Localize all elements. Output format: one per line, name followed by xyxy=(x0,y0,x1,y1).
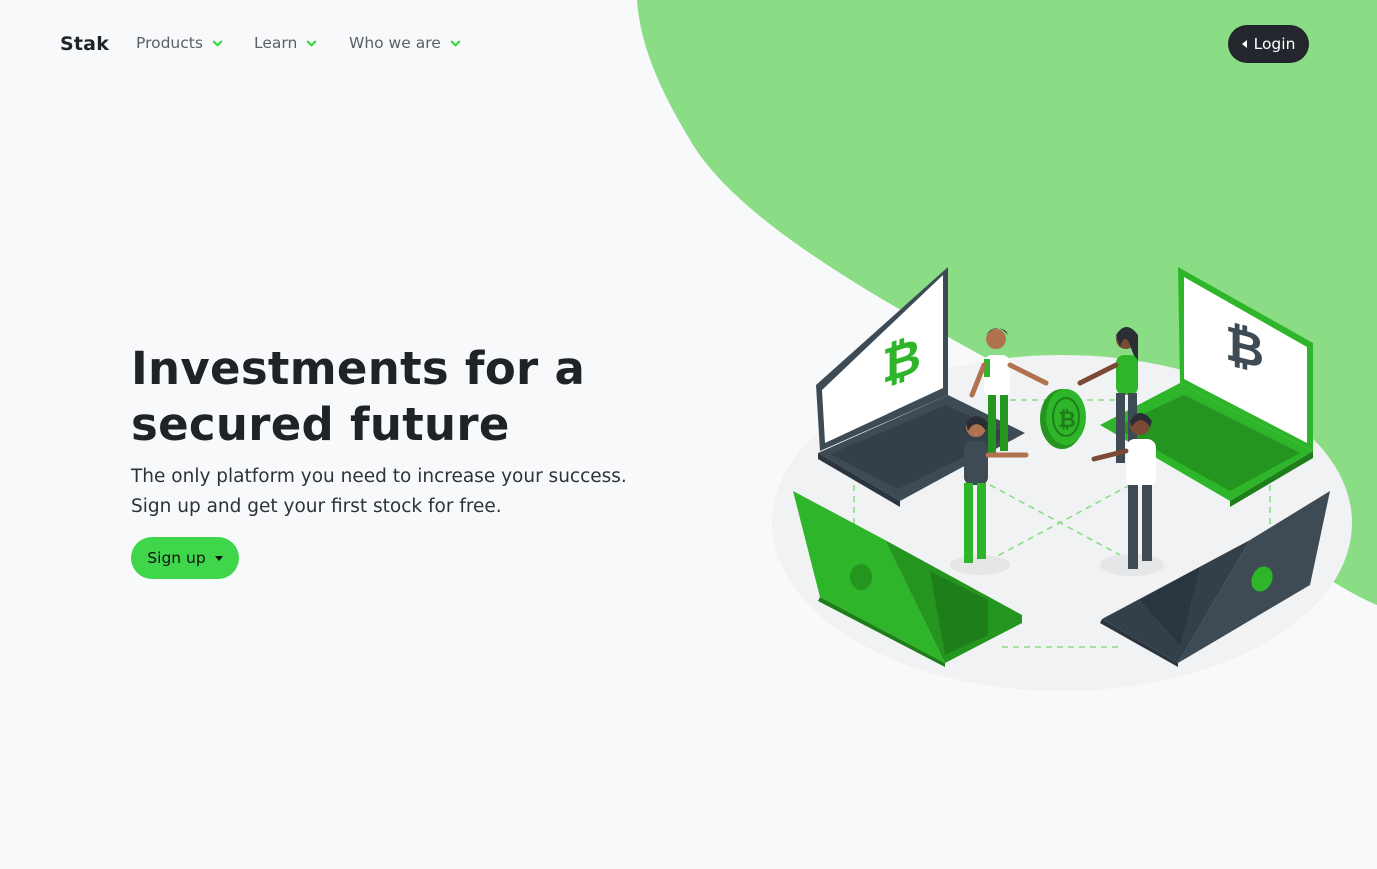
svg-text:₿: ₿ xyxy=(1225,316,1264,381)
nav-item-label: Who we are xyxy=(349,34,441,52)
nav-item-label: Products xyxy=(136,34,203,52)
hero-subtitle-line: The only platform you need to increase y… xyxy=(131,466,627,487)
nav-item-who-we-are[interactable]: Who we are xyxy=(349,34,461,52)
hero-title: Investments for a secured future xyxy=(131,341,627,453)
hero-title-line: Investments for a xyxy=(131,342,586,395)
login-button[interactable]: Login xyxy=(1228,25,1309,63)
crypto-network-illustration: ₿ ₿ ₿ xyxy=(772,267,1352,691)
nav-item-learn[interactable]: Learn xyxy=(254,34,317,52)
caret-left-icon xyxy=(1241,40,1247,48)
chevron-down-icon xyxy=(212,40,223,46)
nav-item-products[interactable]: Products xyxy=(136,34,223,52)
svg-text:₿: ₿ xyxy=(1058,408,1076,433)
chevron-down-icon xyxy=(450,40,461,46)
sign-up-button[interactable]: Sign up xyxy=(131,537,239,579)
hero-title-line: secured future xyxy=(131,398,510,451)
hero-subtitle-line: Sign up and get your first stock for fre… xyxy=(131,496,502,517)
brand-logo[interactable]: Stak xyxy=(60,33,109,55)
top-navigation: Stak Products Learn Who we are Login xyxy=(0,0,1377,88)
hero-section: Investments for a secured future The onl… xyxy=(131,341,627,522)
caret-down-icon xyxy=(214,555,223,561)
hero-subtitle: The only platform you need to increase y… xyxy=(131,462,627,522)
sign-up-label: Sign up xyxy=(147,549,206,567)
nav-item-label: Learn xyxy=(254,34,298,52)
login-label: Login xyxy=(1253,35,1296,53)
chevron-down-icon xyxy=(307,40,317,46)
